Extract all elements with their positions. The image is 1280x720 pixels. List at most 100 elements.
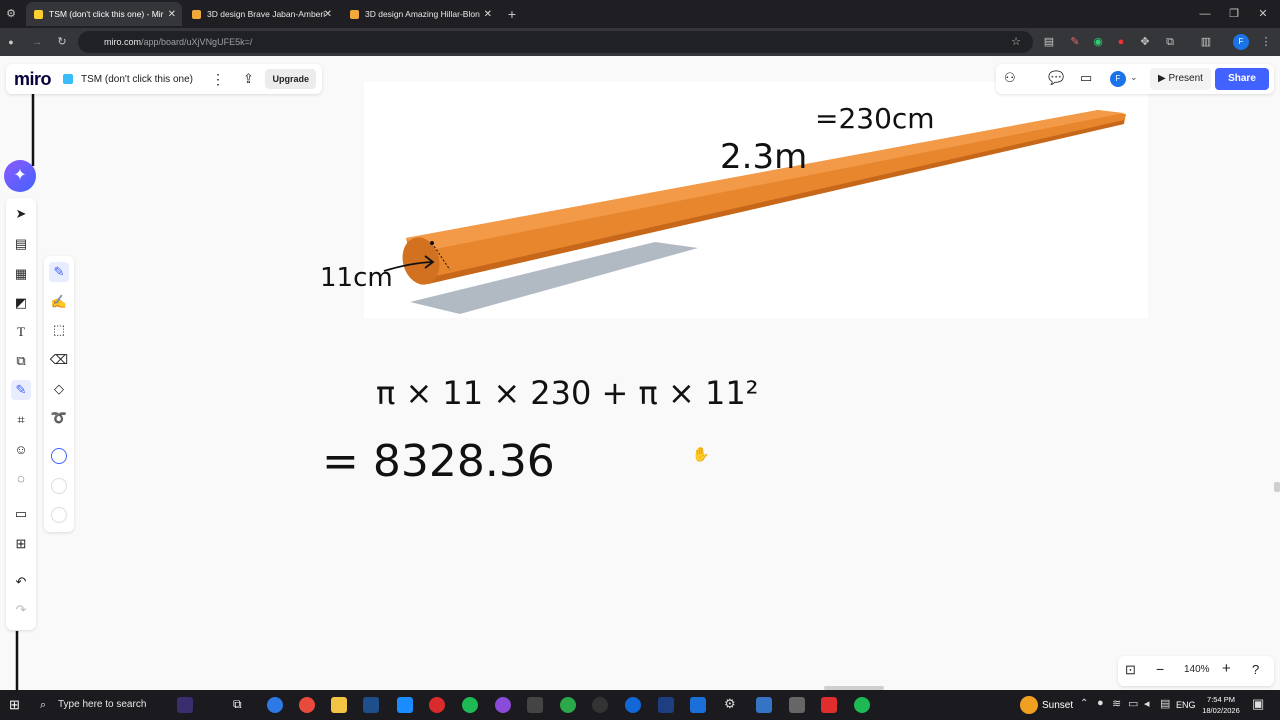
forward-icon[interactable]: → [28,28,46,56]
app-v-icon[interactable] [658,697,674,713]
app-z-icon[interactable] [821,697,837,713]
user-avatar[interactable]: F [1110,71,1126,87]
app-blue-icon[interactable] [397,697,413,713]
file-explorer-icon[interactable] [331,697,347,713]
select-arrow-icon[interactable]: ➤ [11,204,31,224]
spotify-2-icon[interactable] [854,697,870,713]
taskbar-search[interactable]: ⌕ Type here to search [32,690,172,720]
side-panel-icon[interactable]: ▥ [1197,28,1215,56]
tray-wifi-icon[interactable]: ≋ [1112,697,1121,710]
chrome-taskbar-icon[interactable] [267,697,283,713]
app-grid-icon[interactable] [527,697,543,713]
present-button[interactable]: ▶ Present [1150,68,1211,90]
profile-avatar[interactable]: F [1233,34,1249,50]
extension-pen-icon[interactable]: ✎ [1066,28,1084,56]
steam-icon[interactable] [363,697,379,713]
reactions-icon[interactable]: ⚇ [1004,70,1016,86]
highlighter-icon[interactable]: ✍ [49,292,69,312]
export-icon[interactable]: ⇪ [243,71,254,87]
clock[interactable]: 7:54 PM 18/02/2026 [1198,694,1244,716]
ai-sparkle-icon[interactable]: ✦ [4,160,36,192]
minimize-icon[interactable]: — [1196,0,1214,28]
templates-icon[interactable]: ▤ [11,234,31,254]
miro-logo[interactable]: miro [14,69,52,90]
embed-icon[interactable]: ▭ [11,504,31,524]
tray-battery-icon[interactable]: ▭ [1128,697,1138,710]
object-eraser-icon[interactable]: ◇ [49,379,69,399]
upgrade-button[interactable]: Upgrade [265,69,316,89]
xbox-icon[interactable] [560,697,576,713]
spotify-icon[interactable] [462,697,478,713]
smart-draw-icon[interactable]: ⬚ [49,320,69,340]
more-tools-icon[interactable]: ⊞ [11,534,31,554]
close-tab-icon[interactable]: ✕ [168,9,176,20]
chrome-profile-taskbar-icon[interactable] [299,697,315,713]
lasso-icon[interactable]: ➰ [49,408,69,428]
shapes-icon[interactable]: ⧉ [11,351,31,371]
stroke-thin-icon[interactable] [49,446,69,466]
text-icon[interactable]: T [11,322,31,342]
reload-icon[interactable]: ↻ [53,28,71,56]
stroke-thick-icon[interactable] [49,505,69,525]
address-bar[interactable]: miro.com/app/board/uXjVNgUFE5k=/ [78,31,1033,53]
board-title[interactable]: TSM (don't click this one) [81,74,193,85]
help-icon[interactable]: ? [1252,662,1259,677]
frame-icon[interactable]: ⌗ [11,410,31,430]
eraser-icon[interactable]: ⌫ [49,350,69,370]
task-view-icon[interactable]: ⧉ [233,697,242,712]
extension-move-icon[interactable]: ✥ [1136,28,1154,56]
tray-network-icon[interactable]: ▤ [1160,697,1170,710]
redo-icon[interactable]: ↷ [11,600,31,620]
board-canvas[interactable]: 2.3m =230cm 11cm π × 11 × 230 + π × 11² … [0,56,1280,690]
app-red-icon[interactable] [429,697,445,713]
pen-icon[interactable]: ✎ [11,380,31,400]
tray-volume-icon[interactable]: ◂ [1144,697,1150,710]
pen-tool-icon[interactable]: ✎ [49,262,69,282]
weather-sun-icon[interactable] [1020,696,1038,714]
extension-grammarly-icon[interactable]: ◉ [1089,28,1107,56]
zoom-in-icon[interactable]: + [1222,660,1231,677]
tray-mic-icon[interactable]: ● [1097,697,1104,709]
extension-record-icon[interactable]: ● [1112,28,1130,56]
chrome-menu-icon[interactable]: ⚙ [2,0,20,28]
new-tab-icon[interactable]: + [503,0,521,28]
share-button[interactable]: Share [1215,68,1269,90]
zoom-level[interactable]: 140% [1184,664,1210,675]
tab-tsm[interactable]: TSM (don't click this one) - Mir ✕ [26,2,182,26]
sticky-note-icon[interactable]: ◩ [11,293,31,313]
app-purple-icon[interactable] [495,697,511,713]
extensions-puzzle-icon[interactable]: ⧉ [1161,28,1179,56]
app-g-icon[interactable] [592,697,608,713]
video-call-icon[interactable]: ▭ [1080,70,1092,86]
tray-chevron-icon[interactable]: ⌃ [1080,698,1088,709]
table-icon[interactable]: ▦ [11,264,31,284]
extension-doc-icon[interactable]: ▤ [1040,28,1058,56]
chevron-down-icon[interactable]: ⌄ [1130,72,1138,83]
restore-icon[interactable]: ❐ [1225,0,1243,28]
close-window-icon[interactable]: ✕ [1254,0,1272,28]
language-indicator[interactable]: ENG [1176,700,1196,710]
close-tab-icon[interactable]: ✕ [324,9,332,20]
fit-to-screen-icon[interactable]: ⊡ [1125,662,1136,678]
chrome-menu-dots-icon[interactable]: ⋮ [1257,28,1275,56]
mic-icon[interactable]: ● [2,28,20,56]
settings-gear-icon[interactable]: ⚙ [724,696,736,712]
app-network-icon[interactable] [789,697,805,713]
outlook-icon[interactable] [690,697,706,713]
app-monitor-icon[interactable] [756,697,772,713]
stroke-medium-icon[interactable] [49,476,69,496]
undo-icon[interactable]: ↶ [11,572,31,592]
tab-3d-design-2[interactable]: 3D design Amazing Hillar-Blon ✕ [342,2,498,26]
zoom-app-icon[interactable] [625,697,641,713]
comments-icon[interactable]: 💬 [1048,70,1064,86]
bookmark-star-icon[interactable]: ☆ [1007,28,1025,56]
tab-3d-design-1[interactable]: 3D design Brave Jaban-Amberi ✕ [184,2,338,26]
board-menu-icon[interactable]: ⋮ [211,71,225,88]
apps-icon[interactable]: ☺ [11,439,31,459]
weather-label[interactable]: Sunset [1042,700,1073,711]
comment-icon[interactable]: ◌ [11,468,31,488]
windows-start-icon[interactable]: ⊞ [9,697,20,713]
zoom-out-icon[interactable]: − [1156,661,1164,677]
close-tab-icon[interactable]: ✕ [484,9,492,20]
notifications-icon[interactable]: ▣ [1252,696,1264,712]
